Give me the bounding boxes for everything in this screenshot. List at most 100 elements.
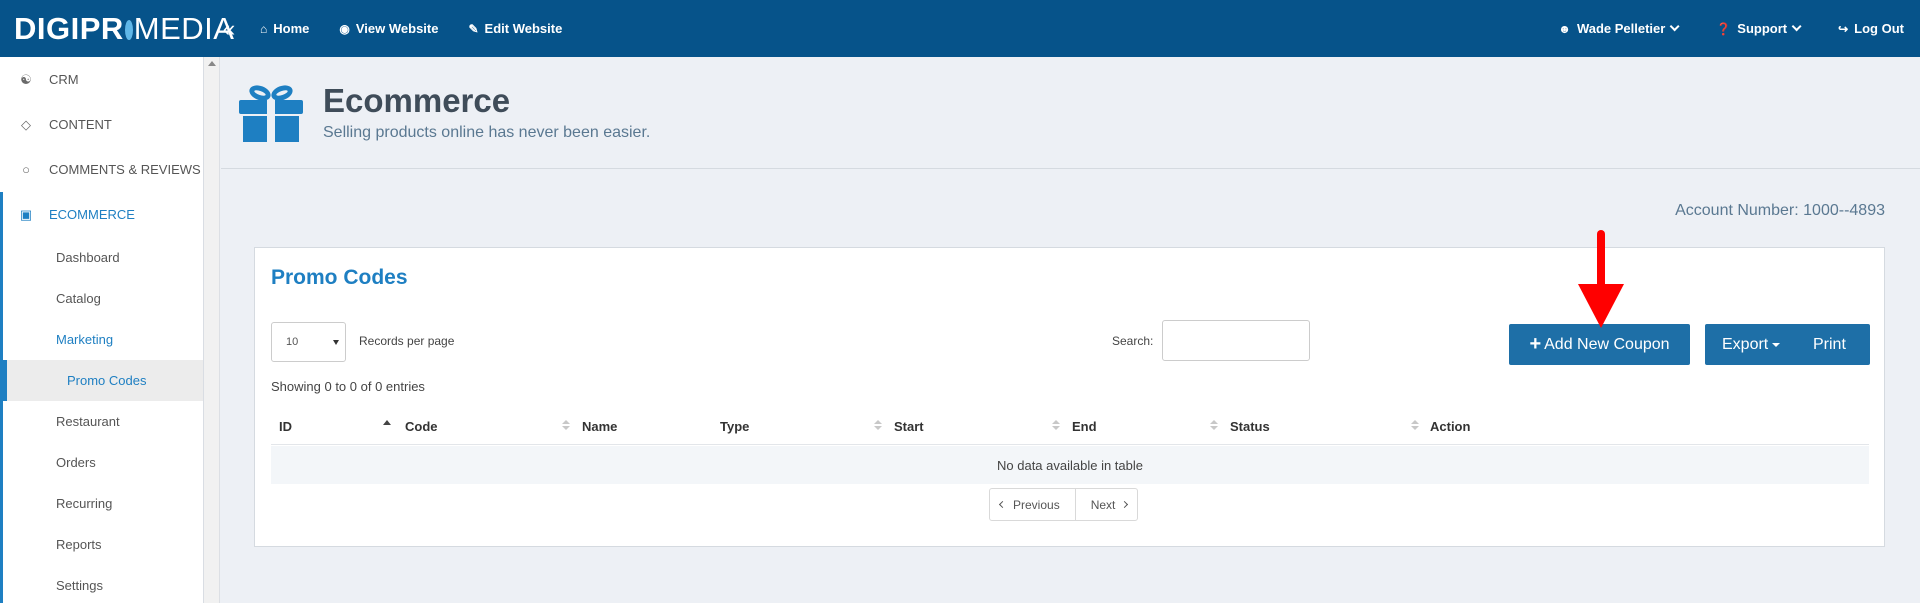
sort-icon <box>1411 420 1419 432</box>
sidebar-item-label: ECOMMERCE <box>49 207 135 222</box>
next-button[interactable]: Next <box>1076 489 1138 520</box>
column-start[interactable]: Start <box>894 419 924 434</box>
brand-name-part1: DIGIPR <box>14 10 124 46</box>
sidebar-sub-label: Settings <box>56 578 103 593</box>
sidebar-sub-reports[interactable]: Reports <box>3 524 203 565</box>
page-subtitle: Selling products online has never been e… <box>323 124 651 142</box>
sidebar-item-label: CRM <box>49 72 79 87</box>
sort-icon <box>1052 420 1060 432</box>
search-label: Search: <box>1112 334 1154 348</box>
print-label: Print <box>1813 335 1846 353</box>
nav-edit-website-label: Edit Website <box>484 21 563 36</box>
sidebar-item-comments[interactable]: ○ COMMENTS & REVIEWS <box>0 147 203 192</box>
scroll-up-icon[interactable] <box>208 61 216 66</box>
page-length-value: 10 <box>286 336 299 348</box>
gift-icon: ▣ <box>19 206 33 222</box>
table-header: ID Code Name Type Start End Status Actio… <box>271 408 1869 445</box>
sidebar-item-crm[interactable]: ☯ CRM <box>0 57 203 102</box>
diamond-icon: ◇ <box>21 116 31 132</box>
sidebar-sub-promo-codes[interactable]: Promo Codes <box>3 360 203 401</box>
eye-icon: ◉ <box>339 21 350 36</box>
sidebar-section-ecommerce: ▣ ECOMMERCE Dashboard Catalog Marketing … <box>0 192 203 603</box>
sidebar-sub-label: Catalog <box>56 291 101 306</box>
panel-title: Promo Codes <box>271 266 408 289</box>
column-status[interactable]: Status <box>1230 419 1270 434</box>
pagination: Previous Next <box>989 488 1139 521</box>
sidebar-sub-label: Promo Codes <box>67 373 147 388</box>
export-button[interactable]: Export <box>1705 324 1799 365</box>
sidebar: ☯ CRM ◇ CONTENT ○ COMMENTS & REVIEWS ▣ E… <box>0 57 204 603</box>
table-empty-row: No data available in table <box>271 446 1869 484</box>
sidebar-sub-marketing[interactable]: Marketing <box>3 319 203 360</box>
sort-icon <box>1210 420 1218 432</box>
user-menu[interactable]: ☻ Wade Pelletier <box>1558 21 1680 36</box>
logout-label: Log Out <box>1854 21 1904 36</box>
caret-down-icon <box>1772 342 1781 347</box>
annotation-arrow-icon <box>1578 230 1624 328</box>
page-length-select[interactable]: 10 <box>271 322 346 362</box>
print-button[interactable]: Print <box>1799 324 1846 365</box>
brand-logo[interactable]: DIGIPR MEDIA <box>0 0 234 57</box>
sidebar-scrollbar[interactable] <box>204 57 220 603</box>
sidebar-item-content[interactable]: ◇ CONTENT <box>0 102 203 147</box>
records-per-page-label: Records per page <box>359 334 455 348</box>
logout-link[interactable]: ↪ Log Out <box>1838 21 1904 36</box>
edit-icon: ✎ <box>468 21 479 36</box>
nav-edit-website[interactable]: ✎ Edit Website <box>468 21 562 36</box>
column-name: Name <box>582 419 618 434</box>
nav-view-website[interactable]: ◉ View Website <box>339 21 438 36</box>
user-name: Wade Pelletier <box>1576 21 1666 36</box>
comment-icon: ○ <box>22 162 30 177</box>
previous-button[interactable]: Previous <box>990 489 1076 520</box>
add-new-coupon-button[interactable]: + Add New Coupon <box>1509 324 1690 365</box>
sidebar-sub-label: Dashboard <box>56 250 120 265</box>
top-navbar: DIGIPR MEDIA « ⌂ Home ◉ View Website ✎ Ed… <box>0 0 1920 57</box>
sidebar-sub-settings[interactable]: Settings <box>3 565 203 603</box>
chevron-left-icon <box>998 500 1007 509</box>
sidebar-sub-dashboard[interactable]: Dashboard <box>3 237 203 278</box>
gift-icon <box>239 82 303 142</box>
column-type[interactable]: Type <box>720 419 749 434</box>
support-label: Support <box>1737 21 1788 36</box>
column-end[interactable]: End <box>1072 419 1097 434</box>
nav-view-website-label: View Website <box>355 21 439 36</box>
next-label: Next <box>1090 497 1116 512</box>
chevron-right-icon <box>1121 500 1129 509</box>
export-label: Export <box>1722 335 1769 353</box>
chevron-down-icon <box>1791 21 1802 32</box>
sort-asc-icon <box>383 420 391 432</box>
sidebar-item-ecommerce[interactable]: ▣ ECOMMERCE <box>3 192 203 237</box>
sort-icon <box>874 420 882 432</box>
sidebar-item-label: CONTENT <box>49 117 112 132</box>
chevron-down-icon <box>333 340 339 345</box>
sidebar-item-label: COMMENTS & REVIEWS <box>49 162 201 177</box>
previous-label: Previous <box>1013 497 1060 512</box>
sidebar-sub-recurring[interactable]: Recurring <box>3 483 203 524</box>
nav-home[interactable]: ⌂ Home <box>260 21 309 36</box>
logout-icon: ↪ <box>1838 21 1849 36</box>
sidebar-sub-label: Restaurant <box>56 414 120 429</box>
account-number: Account Number: 1000--4893 <box>1675 202 1885 219</box>
sidebar-sub-label: Recurring <box>56 496 113 511</box>
column-code[interactable]: Code <box>405 419 438 434</box>
add-new-coupon-label: Add New Coupon <box>1544 335 1670 353</box>
gear-icon <box>124 19 133 40</box>
home-icon: ⌂ <box>260 21 268 36</box>
question-icon: ❓ <box>1716 21 1732 36</box>
sidebar-sub-catalog[interactable]: Catalog <box>3 278 203 319</box>
column-action: Action <box>1430 419 1471 434</box>
collapse-icon[interactable]: « <box>216 16 242 42</box>
sidebar-sub-orders[interactable]: Orders <box>3 442 203 483</box>
support-menu[interactable]: ❓ Support <box>1716 21 1802 36</box>
entries-info: Showing 0 to 0 of 0 entries <box>271 379 425 394</box>
column-id[interactable]: ID <box>279 419 292 434</box>
promo-codes-panel: Promo Codes 10 Records per page Search: … <box>254 247 1885 547</box>
page-title: Ecommerce <box>323 81 511 119</box>
sidebar-sub-label: Orders <box>56 455 96 470</box>
search-input[interactable] <box>1162 320 1310 361</box>
plus-icon: + <box>1529 333 1542 355</box>
sidebar-sub-restaurant[interactable]: Restaurant <box>3 401 203 442</box>
user-icon: ☻ <box>1558 21 1571 36</box>
sidebar-sub-label: Marketing <box>56 332 114 347</box>
chevron-down-icon <box>1669 21 1680 32</box>
